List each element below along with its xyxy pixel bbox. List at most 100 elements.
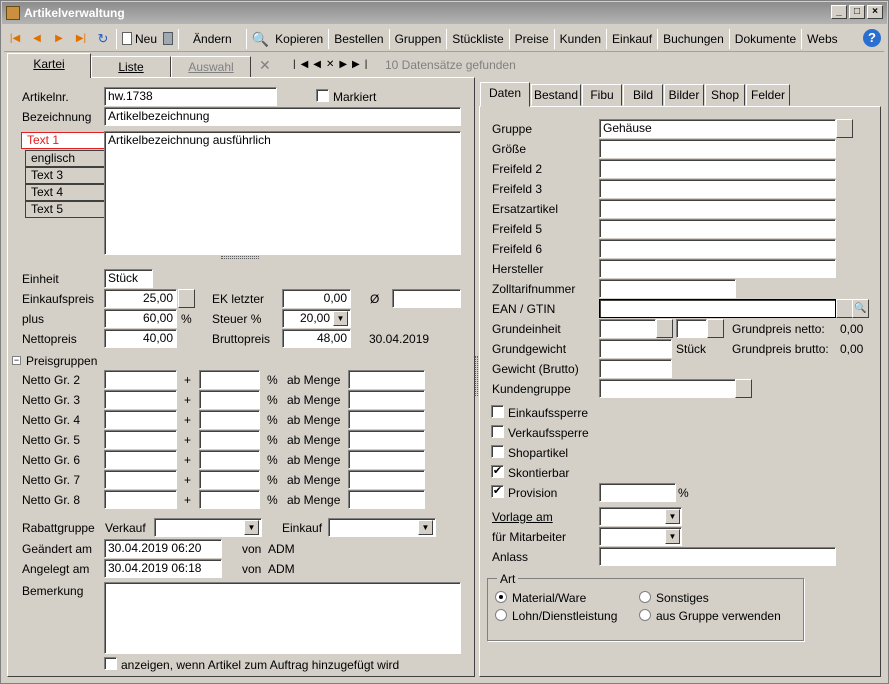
einheit-input[interactable]: Stück bbox=[104, 269, 153, 288]
lohn-radio[interactable] bbox=[495, 609, 507, 621]
markiert-checkbox[interactable] bbox=[316, 89, 329, 102]
resize-grip-icon[interactable] bbox=[221, 256, 259, 259]
purchase-button[interactable]: Einkauf bbox=[609, 28, 655, 50]
chevron-down-icon[interactable]: ▼ bbox=[665, 509, 680, 524]
preisgruppe-menge-input[interactable] bbox=[348, 410, 425, 429]
webshop-button[interactable]: Webs bbox=[804, 28, 840, 50]
grundgewicht-input[interactable] bbox=[599, 339, 672, 358]
zolltarif-input[interactable] bbox=[599, 279, 736, 298]
gruppe-input[interactable]: Gehäuse bbox=[599, 119, 836, 138]
skontierbar-checkbox[interactable]: ✔ bbox=[491, 465, 504, 478]
verkaufssperre-checkbox[interactable] bbox=[491, 425, 504, 438]
bookings-button[interactable]: Buchungen bbox=[660, 28, 727, 50]
chevron-down-icon[interactable]: ▼ bbox=[665, 529, 680, 544]
edit-button[interactable]: Ändern bbox=[181, 28, 244, 50]
ersatzartikel-input[interactable] bbox=[599, 199, 836, 218]
bemerkung-textarea[interactable] bbox=[104, 582, 461, 654]
preisgruppe-menge-input[interactable] bbox=[348, 450, 425, 469]
tab-text1[interactable]: Text 1 bbox=[21, 132, 107, 149]
geaendert-input[interactable]: 30.04.2019 06:20 bbox=[104, 539, 222, 558]
tab-text4[interactable]: Text 4 bbox=[25, 184, 105, 201]
kundengruppe-input[interactable] bbox=[599, 379, 736, 398]
tab-text3[interactable]: Text 3 bbox=[25, 167, 105, 184]
anlass-input[interactable] bbox=[599, 547, 836, 566]
preisgruppe-netto-input[interactable] bbox=[104, 410, 177, 429]
refresh-icon[interactable]: ↻ bbox=[92, 31, 114, 47]
copy-button[interactable]: Kopieren bbox=[272, 28, 326, 50]
preisgruppe-netto-input[interactable] bbox=[104, 370, 177, 389]
freifeld3-input[interactable] bbox=[599, 179, 836, 198]
brutto-input[interactable]: 48,00 bbox=[282, 329, 351, 348]
preisgruppe-menge-input[interactable] bbox=[348, 470, 425, 489]
preisgruppe-aufschlag-input[interactable] bbox=[199, 450, 260, 469]
minimize-button[interactable]: _ bbox=[831, 5, 847, 19]
kundengruppe-button[interactable] bbox=[735, 379, 752, 398]
preisgruppe-netto-input[interactable] bbox=[104, 450, 177, 469]
shopartikel-checkbox[interactable] bbox=[491, 445, 504, 458]
ausgruppe-radio[interactable] bbox=[639, 609, 651, 621]
freifeld5-input[interactable] bbox=[599, 219, 836, 238]
tab-kartei[interactable]: Kartei bbox=[7, 53, 91, 78]
preisgruppe-netto-input[interactable] bbox=[104, 430, 177, 449]
splitter-grip-icon[interactable] bbox=[475, 356, 478, 396]
provision-input[interactable] bbox=[599, 483, 676, 502]
preisgruppe-netto-input[interactable] bbox=[104, 390, 177, 409]
new-button[interactable]: Neu bbox=[119, 28, 160, 50]
grundeinheit-input[interactable] bbox=[599, 319, 656, 338]
groesse-input[interactable] bbox=[599, 139, 836, 158]
prev-record-icon[interactable]: ◀ bbox=[26, 33, 48, 44]
preisgruppe-aufschlag-input[interactable] bbox=[199, 370, 260, 389]
clear-selection-icon[interactable]: ✕ bbox=[259, 57, 271, 74]
first-record-icon[interactable]: |◀ bbox=[4, 33, 26, 44]
ean-button[interactable] bbox=[836, 299, 853, 318]
record-nav[interactable]: |◀◀✕▶▶| bbox=[293, 59, 372, 70]
grundeinheit-input2[interactable] bbox=[676, 319, 707, 338]
sonstiges-radio[interactable] bbox=[639, 591, 651, 603]
customers-button[interactable]: Kunden bbox=[557, 28, 604, 50]
preisgruppe-menge-input[interactable] bbox=[348, 390, 425, 409]
einkaufspreis-input[interactable]: 25,00 bbox=[104, 289, 177, 308]
tab-text5[interactable]: Text 5 bbox=[25, 201, 105, 218]
collapse-icon[interactable]: − bbox=[12, 356, 21, 365]
einkaufspreis-button[interactable] bbox=[178, 289, 195, 308]
help-icon[interactable]: ? bbox=[863, 29, 881, 47]
next-record-icon[interactable]: ▶ bbox=[48, 33, 70, 44]
tab-felder[interactable]: Felder bbox=[746, 84, 790, 106]
einkaufssperre-checkbox[interactable] bbox=[491, 405, 504, 418]
freifeld6-input[interactable] bbox=[599, 239, 836, 258]
preisgruppe-netto-input[interactable] bbox=[104, 470, 177, 489]
preisgruppe-aufschlag-input[interactable] bbox=[199, 430, 260, 449]
material-radio[interactable] bbox=[495, 591, 507, 603]
preisgruppe-netto-input[interactable] bbox=[104, 490, 177, 509]
artikelnr-input[interactable]: hw.1738 bbox=[104, 87, 277, 106]
preisgruppe-menge-input[interactable] bbox=[348, 370, 425, 389]
tab-fibu[interactable]: Fibu bbox=[582, 84, 622, 106]
tab-bilder[interactable]: Bilder bbox=[664, 84, 704, 106]
chevron-down-icon[interactable]: ▼ bbox=[244, 520, 259, 535]
angelegt-input[interactable]: 30.04.2019 06:18 bbox=[104, 559, 222, 578]
tab-bestand[interactable]: Bestand bbox=[531, 84, 581, 106]
plus-input[interactable]: 60,00 bbox=[104, 309, 177, 328]
gewicht-input[interactable] bbox=[599, 359, 672, 378]
prices-button[interactable]: Preise bbox=[512, 28, 552, 50]
tab-auswahl[interactable]: Auswahl bbox=[171, 56, 251, 78]
ek-letzter-input[interactable]: 0,00 bbox=[282, 289, 351, 308]
beschreibung-textarea[interactable]: Artikelbezeichnung ausführlich bbox=[104, 131, 461, 255]
chevron-down-icon[interactable]: ▼ bbox=[333, 311, 348, 326]
bezeichnung-input[interactable]: Artikelbezeichnung bbox=[104, 107, 461, 126]
order-button[interactable]: Bestellen bbox=[331, 28, 386, 50]
freifeld2-input[interactable] bbox=[599, 159, 836, 178]
provision-checkbox[interactable]: ✔ bbox=[491, 485, 504, 498]
tab-bild[interactable]: Bild bbox=[623, 84, 663, 106]
groups-button[interactable]: Gruppen bbox=[392, 28, 445, 50]
preisgruppe-aufschlag-input[interactable] bbox=[199, 410, 260, 429]
close-button[interactable]: × bbox=[867, 5, 883, 19]
search-button[interactable]: 🔍 bbox=[249, 28, 272, 50]
bom-button[interactable]: Stückliste bbox=[449, 28, 506, 50]
preisgruppe-aufschlag-input[interactable] bbox=[199, 470, 260, 489]
delete-button[interactable] bbox=[160, 28, 176, 50]
ean-search-icon[interactable]: 🔍 bbox=[852, 299, 869, 318]
preisgruppe-menge-input[interactable] bbox=[348, 430, 425, 449]
preisgruppe-aufschlag-input[interactable] bbox=[199, 490, 260, 509]
average-input[interactable] bbox=[392, 289, 461, 308]
